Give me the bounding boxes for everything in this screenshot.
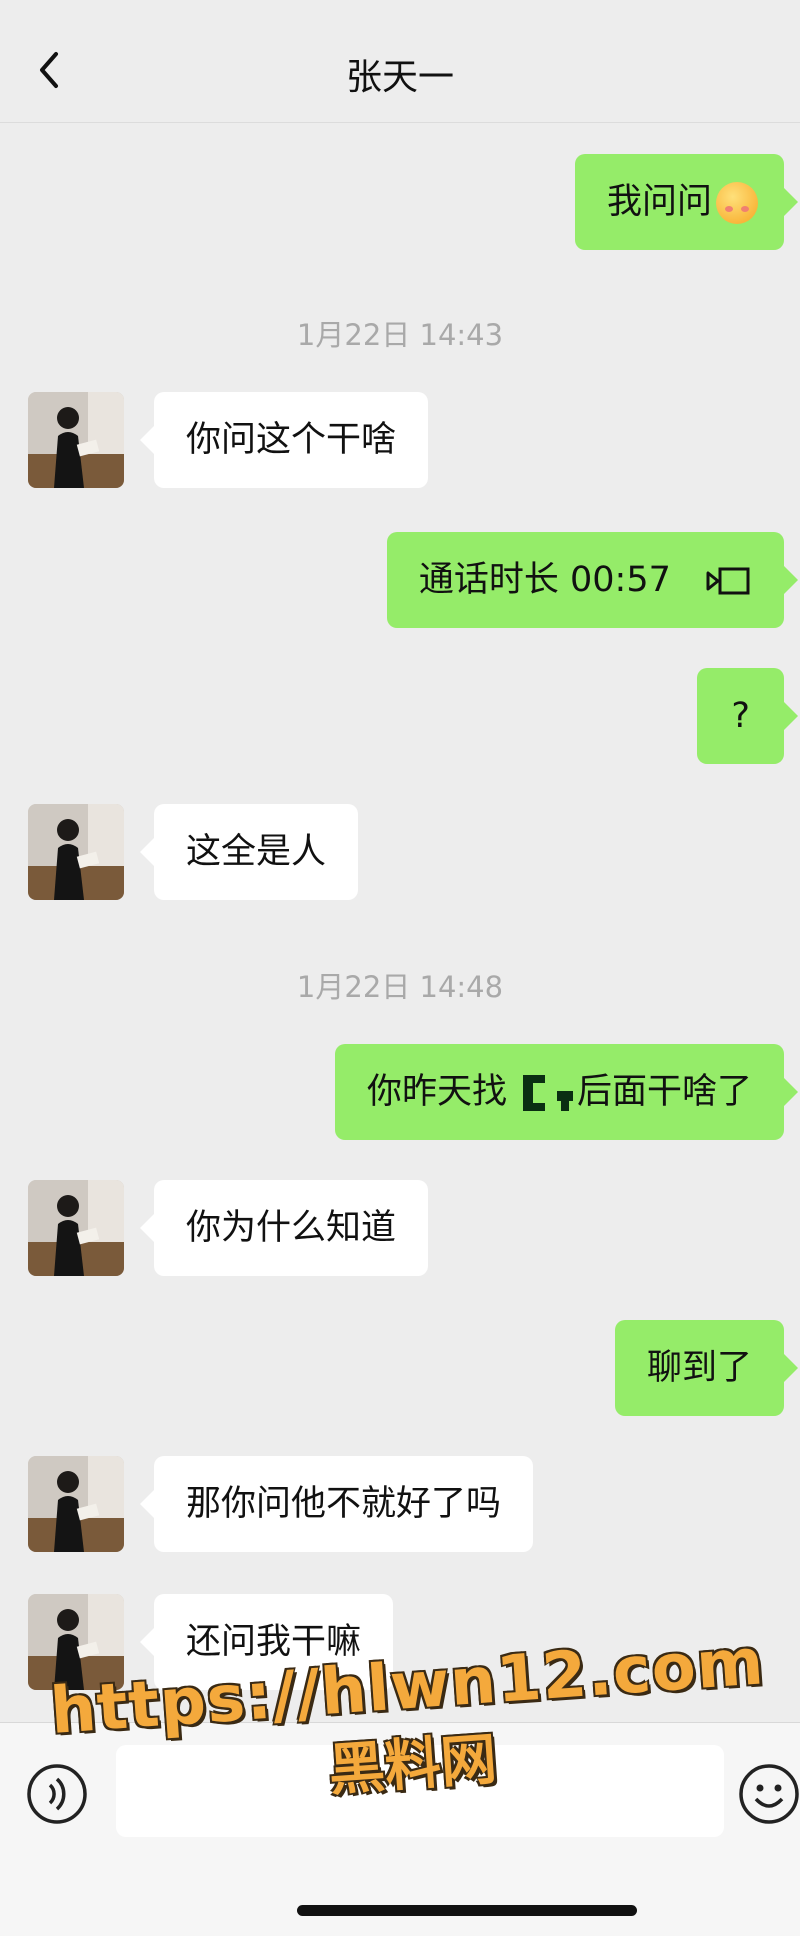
- incoming-message[interactable]: 那你问他不就好了吗: [139, 1456, 534, 1552]
- incoming-message[interactable]: 这全是人: [139, 804, 359, 900]
- incoming-message[interactable]: 还问我干嘛: [139, 1594, 394, 1690]
- voice-input-icon[interactable]: [26, 1763, 88, 1825]
- contact-avatar[interactable]: [28, 1456, 124, 1552]
- message-list[interactable]: 我问问 1月22日 14:43 你问这个干啥 通话时长 00:57 ? 这全是人…: [0, 122, 800, 1722]
- home-indicator[interactable]: [297, 1905, 637, 1916]
- emoji-picker-icon[interactable]: [738, 1763, 800, 1825]
- outgoing-message[interactable]: ?: [697, 668, 798, 764]
- contact-avatar[interactable]: [28, 1594, 124, 1690]
- outgoing-call-record[interactable]: 通话时长 00:57: [386, 532, 799, 628]
- message-timestamp: 1月22日 14:48: [296, 970, 504, 1004]
- redacted-name-mosaic: [507, 1069, 577, 1117]
- outgoing-message[interactable]: 聊到了: [614, 1320, 799, 1416]
- message-text: 你昨天找: [366, 1072, 507, 1112]
- video-call-icon: [706, 567, 750, 595]
- chat-header: 张天一: [0, 0, 800, 123]
- message-text: 后面干啥了: [576, 1072, 752, 1112]
- incoming-message[interactable]: 你问这个干啥: [139, 392, 429, 488]
- incoming-message[interactable]: 你为什么知道: [139, 1180, 429, 1276]
- message-text: 我问问: [606, 182, 712, 222]
- contact-name: 张天一: [345, 57, 454, 98]
- contact-avatar[interactable]: [28, 392, 124, 488]
- input-toolbar: [0, 1722, 800, 1936]
- message-text: 通话时长 00:57: [418, 560, 671, 600]
- message-input[interactable]: [116, 1745, 724, 1837]
- outgoing-message[interactable]: 我问问: [574, 154, 799, 250]
- contact-avatar[interactable]: [28, 804, 124, 900]
- outgoing-message[interactable]: 你昨天找 后面干啥了: [334, 1044, 799, 1140]
- contact-avatar[interactable]: [28, 1180, 124, 1276]
- message-timestamp: 1月22日 14:43: [296, 318, 504, 352]
- emoji-face-icon: [716, 182, 758, 224]
